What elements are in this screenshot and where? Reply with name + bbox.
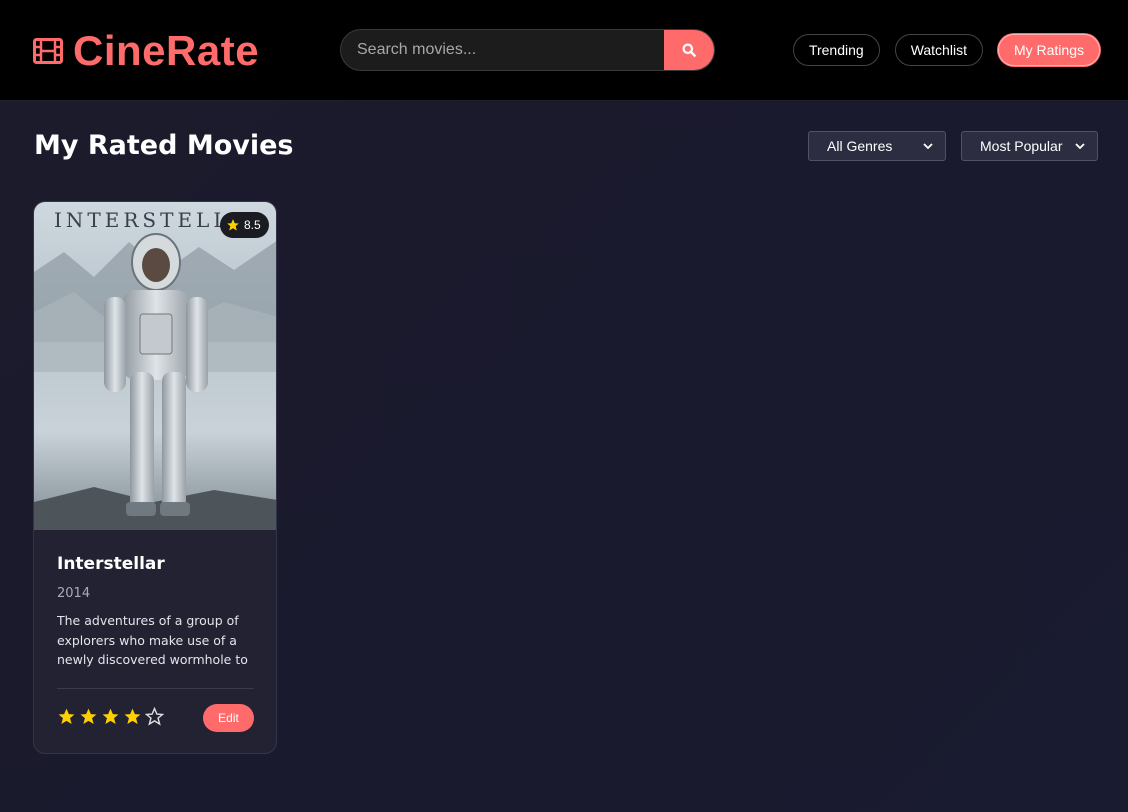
search-button[interactable]: [664, 30, 714, 70]
movie-description: The adventures of a group of explorers w…: [57, 613, 248, 667]
genre-select-value: All Genres: [827, 138, 893, 154]
user-rating-stars[interactable]: [57, 707, 164, 726]
nav-trending[interactable]: Trending: [792, 34, 880, 66]
rating-value: 8.5: [244, 218, 261, 232]
star-filled-icon[interactable]: [79, 707, 98, 726]
search-input[interactable]: [341, 30, 664, 70]
card-divider: [57, 688, 254, 689]
star-filled-icon[interactable]: [101, 707, 120, 726]
logo[interactable]: CineRate: [33, 29, 259, 73]
rating-badge: 8.5: [220, 212, 269, 238]
app-name: CineRate: [73, 27, 260, 74]
chevron-down-icon: [1075, 143, 1085, 149]
nav-my-ratings[interactable]: My Ratings: [997, 34, 1100, 66]
chevron-down-icon: [923, 143, 933, 149]
app-header: CineRate Trending Watchlist My Ratings: [0, 0, 1128, 101]
star-empty-icon[interactable]: [145, 707, 164, 726]
card-body: Interstellar 2014 The adventures of a gr…: [57, 554, 255, 669]
genre-select[interactable]: All Genres: [808, 131, 946, 161]
star-filled-icon[interactable]: [123, 707, 142, 726]
sort-select[interactable]: Most Popular: [961, 131, 1098, 161]
filter-bar: All Genres Most Popular: [808, 131, 1098, 161]
movie-title: Interstellar: [57, 554, 165, 574]
star-icon: [227, 219, 239, 231]
movie-poster: [34, 202, 276, 530]
main-nav: Trending Watchlist My Ratings: [792, 34, 1100, 66]
search-icon: [682, 43, 696, 57]
sort-select-value: Most Popular: [980, 138, 1063, 154]
page-title: My Rated Movies: [34, 130, 294, 161]
nav-watchlist[interactable]: Watchlist: [894, 34, 983, 66]
movie-year: 2014: [57, 586, 91, 601]
search-bar: [340, 29, 715, 71]
movie-card[interactable]: INTERSTELLAR 8.5 Interstellar 2014 The a…: [33, 201, 277, 754]
star-filled-icon[interactable]: [57, 707, 76, 726]
film-icon: [33, 38, 63, 64]
edit-rating-button[interactable]: Edit: [203, 704, 254, 732]
